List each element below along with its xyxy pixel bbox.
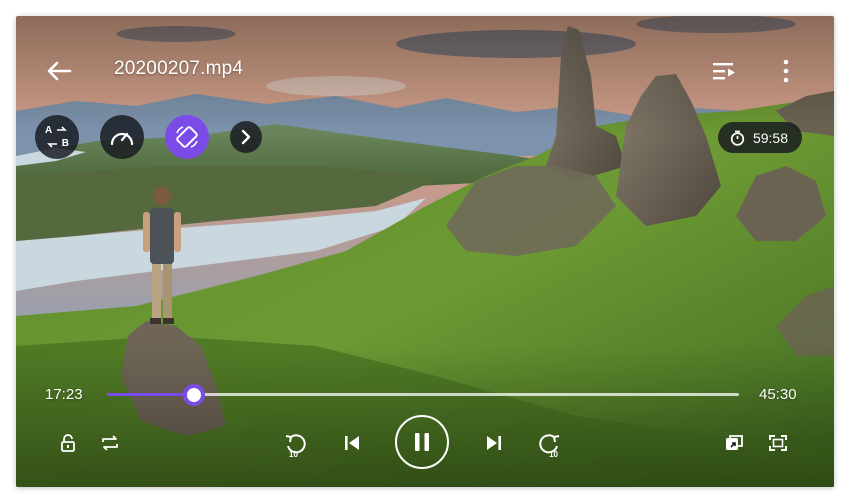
sleep-timer-value: 59:58 (752, 129, 788, 146)
fullscreen-icon (769, 435, 787, 451)
total-duration: 45:30 (759, 386, 797, 403)
more-options-button[interactable] (771, 56, 801, 86)
skip-previous-icon (345, 436, 359, 450)
seek-bar-progress (107, 393, 194, 396)
arrow-left-icon (47, 61, 72, 81)
lock-icon (61, 434, 75, 452)
fullscreen-button[interactable] (765, 430, 791, 456)
playlist-icon (713, 63, 735, 80)
seek-bar-thumb[interactable] (182, 383, 205, 406)
seek-bar[interactable] (107, 383, 739, 406)
loop-button[interactable] (97, 430, 123, 456)
more-tools-button[interactable] (230, 121, 262, 153)
next-button[interactable] (481, 430, 507, 456)
rotate-screen-icon (176, 126, 198, 148)
ab-repeat-icon: A B (44, 124, 70, 150)
picture-in-picture-icon (726, 435, 743, 450)
playback-speed-button[interactable] (100, 115, 144, 159)
playlist-button[interactable] (709, 56, 739, 86)
ab-repeat-button[interactable]: A B (35, 115, 79, 159)
picture-in-picture-button[interactable] (721, 430, 747, 456)
forward-button[interactable]: 10 (535, 428, 563, 460)
lock-button[interactable] (56, 430, 80, 456)
speedometer-icon (110, 132, 134, 146)
video-player[interactable]: 20200207.mp4 A B 59:58 17:23 45:30 10 10 (16, 16, 834, 487)
previous-button[interactable] (339, 430, 365, 456)
sleep-timer[interactable]: 59:58 (717, 122, 802, 153)
rewind-seconds-label: 10 (289, 450, 298, 459)
top-bar: 20200207.mp4 (16, 16, 834, 126)
elapsed-time: 17:23 (45, 386, 83, 403)
skip-next-icon (487, 436, 501, 450)
rewind-button[interactable]: 10 (282, 428, 310, 460)
chevron-right-icon (241, 129, 251, 145)
play-pause-button[interactable] (395, 415, 449, 469)
back-button[interactable] (44, 56, 74, 86)
timer-icon (730, 130, 745, 146)
pause-icon (415, 433, 429, 451)
forward-seconds-label: 10 (549, 450, 558, 459)
video-title: 20200207.mp4 (114, 58, 244, 79)
loop-icon (102, 435, 118, 451)
more-vertical-icon (783, 59, 789, 83)
rotate-screen-button[interactable] (165, 115, 209, 159)
